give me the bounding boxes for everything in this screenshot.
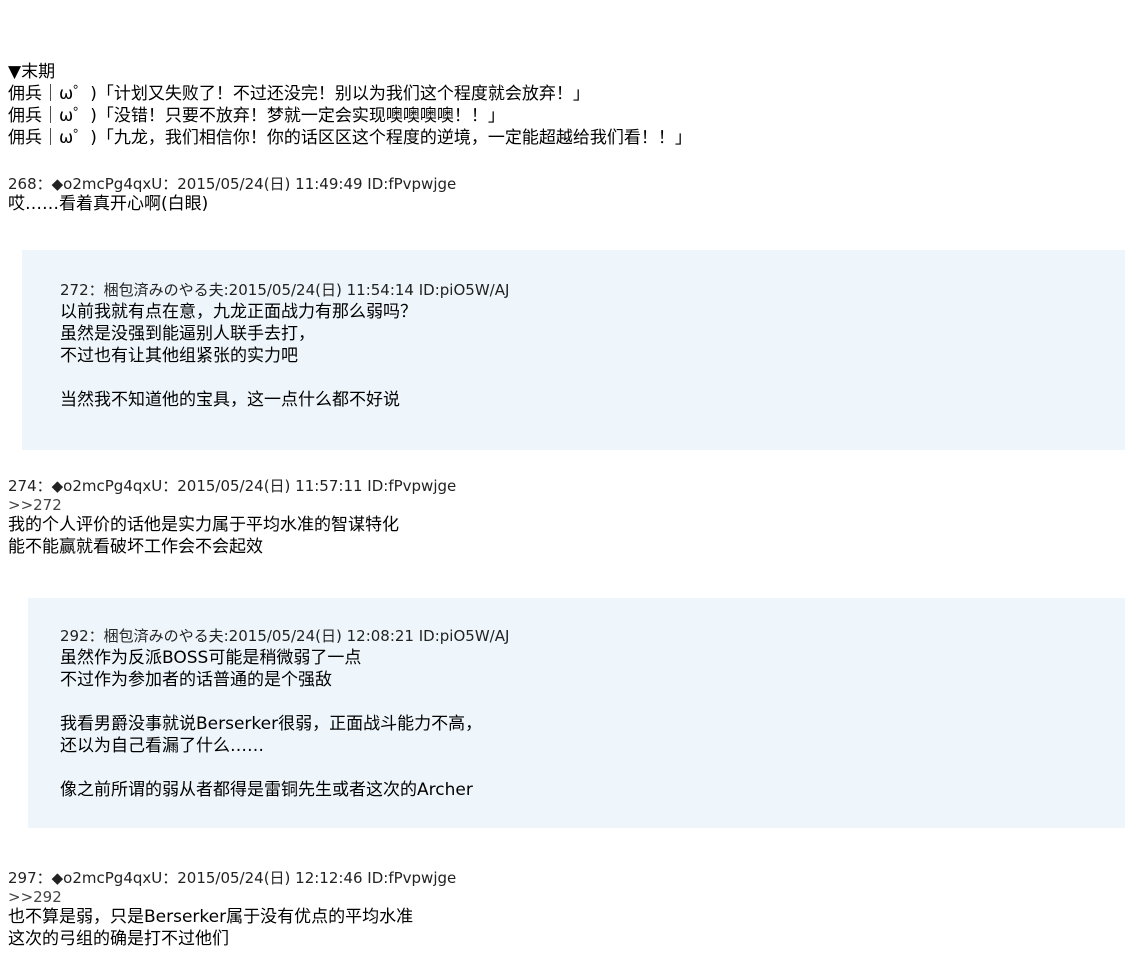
post-header: 292：梱包済みのやる夫:2015/05/24(日) 12:08:21 ID:p… — [60, 627, 510, 645]
quote-box: 272：梱包済みのやる夫:2015/05/24(日) 11:54:14 ID:p… — [22, 250, 1125, 450]
post-line: 像之前所谓的弱从者都得是雷铜先生或者这次的Archer — [60, 780, 473, 800]
post-line: 以前我就有点在意，九龙正面战力有那么弱吗？ — [60, 302, 417, 322]
post-line: 我的个人评价的话他是实力属于平均水准的智谋特化 — [8, 515, 399, 535]
post-header: 297：◆o2mcPg4qxU：2015/05/24(日) 12:12:46 I… — [8, 869, 457, 887]
post-line: 我看男爵没事就说Berserker很弱，正面战斗能力不高， — [60, 714, 483, 734]
post-line: 不过也有让其他组紧张的实力吧 — [60, 346, 298, 366]
post-header: 272：梱包済みのやる夫:2015/05/24(日) 11:54:14 ID:p… — [60, 281, 510, 299]
post-line: 当然我不知道他的宝具，这一点什么都不好说 — [60, 390, 400, 410]
dialogue-line: 佣兵｜ω゜)「计划又失败了！不过还没完！别以为我们这个程度就会放弃！」 — [8, 84, 590, 104]
post-line: 不过作为参加者的话普通的是个强敌 — [60, 670, 332, 690]
post-line: 能不能赢就看破坏工作会不会起效 — [8, 537, 263, 557]
dialogue-line: 佣兵｜ω゜)「没错！只要不放弃！梦就一定会实现噢噢噢噢！！」 — [8, 106, 505, 126]
post-header: 274：◆o2mcPg4qxU：2015/05/24(日) 11:57:11 I… — [8, 477, 457, 495]
post-line: 虽然是没强到能逼别人联手去打， — [60, 324, 315, 344]
reply-link[interactable]: >>272 — [8, 496, 62, 514]
post-line: 虽然作为反派BOSS可能是稍微弱了一点 — [60, 648, 362, 668]
dialogue-line: 佣兵｜ω゜)「九龙，我们相信你！你的话区区这个程度的逆境，一定能超越给我们看！！… — [8, 128, 692, 148]
section-heading: ▼末期 — [8, 62, 56, 82]
quote-box: 292：梱包済みのやる夫:2015/05/24(日) 12:08:21 ID:p… — [28, 598, 1125, 828]
post-line: 哎……看着真开心啊(白眼) — [8, 194, 209, 214]
reply-link[interactable]: >>292 — [8, 888, 62, 906]
post-line: 还以为自己看漏了什么…… — [60, 736, 264, 756]
post-line: 也不算是弱，只是Berserker属于没有优点的平均水准 — [8, 907, 414, 927]
post-line: 这次的弓组的确是打不过他们 — [8, 929, 229, 949]
post-header: 268：◆o2mcPg4qxU：2015/05/24(日) 11:49:49 I… — [8, 175, 457, 193]
